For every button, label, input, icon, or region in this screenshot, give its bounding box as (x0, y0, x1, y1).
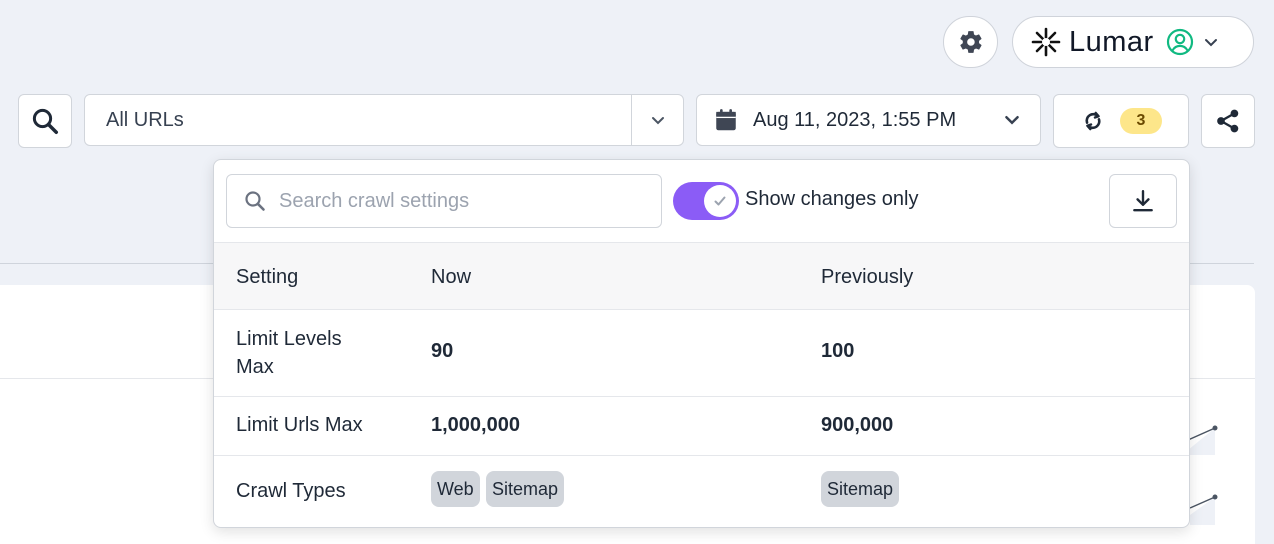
url-filter-dropdown-toggle[interactable] (631, 95, 683, 145)
download-icon (1133, 190, 1153, 212)
account-menu-button[interactable]: Lumar (1012, 16, 1254, 68)
setting-previous-value: 100 (821, 340, 855, 362)
setting-name: Limit Urls Max (236, 414, 363, 436)
brand-name: Lumar (1069, 25, 1154, 58)
crawl-type-chip: Sitemap (821, 471, 900, 507)
search-icon (245, 191, 265, 211)
download-button[interactable] (1109, 174, 1177, 228)
search-icon (32, 108, 58, 134)
url-filter-select[interactable]: All URLs (84, 94, 684, 146)
show-changes-only-label: Show changes only (745, 188, 919, 210)
table-row: Limit Levels Max 90 100 (214, 310, 1189, 396)
crawl-type-chip: Sitemap (486, 471, 565, 507)
lumar-logo-icon (1031, 27, 1061, 57)
crawl-date-select[interactable]: Aug 11, 2023, 1:55 PM (696, 94, 1041, 146)
crawl-settings-search[interactable] (226, 174, 662, 228)
search-button[interactable] (18, 94, 72, 148)
toggle-knob (704, 185, 736, 217)
share-icon (1217, 109, 1239, 133)
table-row: Crawl Types Web Sitemap Sitemap (214, 456, 1189, 527)
sync-icon (1085, 111, 1101, 131)
setting-previous-value: 900,000 (821, 414, 894, 436)
changes-count-badge: 3 (1120, 108, 1162, 134)
check-icon (714, 196, 726, 206)
share-button[interactable] (1201, 94, 1255, 148)
user-circle-icon (1166, 28, 1194, 56)
calendar-icon (716, 109, 736, 131)
chevron-down-icon (1202, 33, 1220, 51)
show-changes-only-toggle[interactable] (673, 182, 739, 220)
table-row: Limit Urls Max 1,000,000 900,000 (214, 397, 1189, 455)
column-header-now: Now (431, 266, 472, 288)
crawl-settings-popup: Show changes only Setting Now Previously… (213, 159, 1190, 528)
column-header-previously: Previously (821, 266, 914, 288)
chevron-down-icon (1002, 110, 1022, 130)
chevron-down-icon (651, 117, 664, 125)
setting-name: Crawl Types (236, 480, 346, 502)
column-header-setting: Setting (236, 266, 299, 288)
setting-now-value: 90 (431, 340, 454, 362)
crawl-settings-search-input[interactable] (279, 189, 639, 213)
setting-name: Limit Levels Max (236, 328, 342, 378)
setting-now-value: 1,000,000 (431, 414, 520, 436)
crawl-changes-button[interactable]: 3 (1053, 94, 1189, 148)
crawl-date-value: Aug 11, 2023, 1:55 PM (753, 108, 957, 131)
url-filter-value: All URLs (106, 108, 184, 131)
gear-icon (959, 31, 982, 53)
crawl-type-chip: Web (431, 471, 480, 507)
settings-button[interactable] (943, 16, 998, 68)
settings-table-header: Setting Now Previously (214, 242, 1189, 310)
